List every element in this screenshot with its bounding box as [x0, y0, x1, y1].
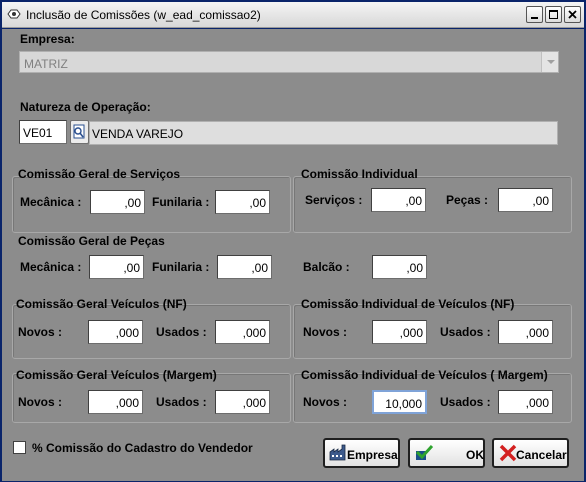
individual-veiculos-margem-usados-input[interactable]: ,000: [498, 390, 553, 414]
geral-veiculos-margem-novos-label: Novos :: [18, 395, 63, 409]
close-button[interactable]: [564, 6, 581, 23]
geral-pecas-funilaria-input[interactable]: ,00: [217, 255, 272, 279]
geral-servicos-funilaria-label: Funilaria :: [152, 195, 210, 209]
individual-veiculos-nf-title: Comissão Individual de Veículos (NF): [301, 297, 515, 311]
empresa-dropdown-button[interactable]: [541, 52, 558, 72]
empresa-value: MATRIZ: [24, 57, 68, 71]
natureza-label: Natureza de Operação:: [20, 100, 151, 114]
cancelar-button[interactable]: Cancelar: [492, 438, 569, 468]
empresa-label: Empresa:: [20, 32, 75, 46]
geral-servicos-mecanica-input[interactable]: ,00: [90, 190, 145, 214]
maximize-button[interactable]: [545, 6, 562, 23]
dialog-client-area: Empresa: MATRIZ Natureza de Operação: VE…: [2, 29, 584, 481]
individual-pecas-input[interactable]: ,00: [498, 188, 553, 212]
minimize-button[interactable]: [526, 6, 543, 23]
geral-veiculos-margem-usados-input[interactable]: ,000: [215, 390, 270, 414]
close-icon: [568, 10, 577, 19]
window-app-icon: [7, 9, 21, 19]
individual-pecas-label: Peças :: [446, 193, 489, 207]
geral-pecas-funilaria-label: Funilaria :: [152, 260, 210, 274]
individual-veiculos-margem-novos-input[interactable]: 10,000: [372, 390, 427, 414]
dialog-window: Inclusão de Comissões (w_ead_comissao2) …: [0, 0, 586, 482]
ok-button[interactable]: OK: [408, 438, 485, 468]
geral-veiculos-nf-novos-input[interactable]: ,000: [88, 320, 143, 344]
geral-veiculos-nf-novos-label: Novos :: [18, 325, 63, 339]
individual-veiculos-nf-novos-input[interactable]: ,000: [372, 320, 427, 344]
geral-veiculos-margem-usados-label: Usados :: [156, 395, 207, 409]
geral-servicos-title: Comissão Geral de Serviços: [18, 167, 181, 181]
geral-veiculos-nf-usados-input[interactable]: ,000: [215, 320, 270, 344]
geral-veiculos-nf-usados-label: Usados :: [156, 325, 207, 339]
individual-veiculos-nf-novos-label: Novos :: [303, 325, 348, 339]
geral-pecas-title: Comissão Geral de Peças: [18, 234, 165, 248]
individual-veiculos-margem-title: Comissão Individual de Veículos ( Margem…: [301, 368, 548, 382]
individual-title: Comissão Individual: [301, 167, 418, 181]
individual-veiculos-margem-novos-label: Novos :: [303, 395, 348, 409]
natureza-code-input[interactable]: VE01: [19, 120, 67, 144]
natureza-lookup-button[interactable]: [70, 120, 89, 144]
individual-veiculos-nf-usados-input[interactable]: ,000: [498, 320, 553, 344]
geral-pecas-mecanica-label: Mecânica :: [20, 260, 82, 274]
geral-pecas-mecanica-input[interactable]: ,00: [89, 255, 144, 279]
search-document-icon: [73, 124, 85, 139]
cadastro-vendedor-checkbox[interactable]: [13, 441, 26, 454]
empresa-select[interactable]: MATRIZ: [19, 51, 559, 73]
title-bar[interactable]: Inclusão de Comissões (w_ead_comissao2): [2, 2, 584, 28]
factory-icon: [329, 444, 346, 461]
cadastro-vendedor-label: % Comissão do Cadastro do Vendedor: [32, 441, 253, 455]
window-title: Inclusão de Comissões (w_ead_comissao2): [26, 8, 261, 22]
empresa-button[interactable]: Empresa: [323, 438, 400, 468]
geral-pecas-balcao-label: Balcão :: [303, 260, 350, 274]
ok-button-label: OK: [466, 448, 484, 462]
geral-veiculos-margem-novos-input[interactable]: ,000: [88, 390, 143, 414]
individual-veiculos-nf-usados-label: Usados :: [440, 325, 491, 339]
empresa-button-label: Empresa: [347, 448, 398, 462]
individual-veiculos-margem-usados-label: Usados :: [440, 395, 491, 409]
individual-servicos-input[interactable]: ,00: [371, 188, 426, 212]
geral-servicos-funilaria-input[interactable]: ,00: [215, 190, 270, 214]
natureza-description: VENDA VAREJO: [89, 121, 558, 145]
ok-check-icon: [415, 444, 434, 460]
geral-servicos-mecanica-label: Mecânica :: [20, 195, 82, 209]
cancelar-button-label: Cancelar: [516, 448, 567, 462]
geral-veiculos-nf-title: Comissão Geral Veículos (NF): [16, 297, 187, 311]
geral-pecas-balcao-input[interactable]: ,00: [372, 255, 427, 279]
geral-veiculos-margem-title: Comissão Geral Veículos (Margem): [16, 368, 217, 382]
cancel-x-icon: [499, 444, 517, 462]
individual-servicos-label: Serviços :: [305, 193, 363, 207]
